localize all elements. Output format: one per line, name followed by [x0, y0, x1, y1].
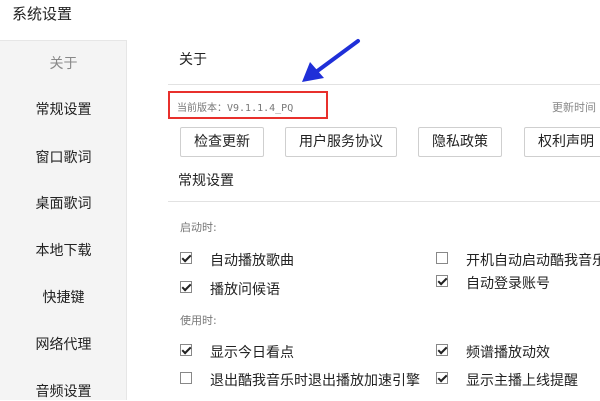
- option-label: 显示主播上线提醒: [466, 373, 578, 389]
- usage-group-label: 使用时:: [180, 314, 217, 327]
- checkbox-icon: [436, 252, 448, 264]
- option-label: 开机自动启动酷我音乐: [466, 253, 600, 269]
- general-settings-title: 常规设置: [178, 173, 234, 189]
- checkbox-icon: [180, 372, 192, 384]
- checkmark-icon: [180, 344, 192, 356]
- version-text: 当前版本：V9.1.1.4_PQ: [177, 103, 294, 114]
- option-label: 播放问候语: [210, 282, 280, 298]
- arrow-pointer-icon: [302, 39, 360, 82]
- option-label: 频谱播放动效: [466, 345, 550, 361]
- startup-group-label: 启动时:: [180, 221, 217, 234]
- update-time-label: 更新时间: [552, 101, 596, 114]
- sidebar-item-network-proxy[interactable]: 网络代理: [0, 334, 127, 354]
- window-title: 系统设置: [12, 5, 73, 23]
- sidebar-item-local-download[interactable]: 本地下载: [0, 240, 127, 260]
- option-label: 显示今日看点: [210, 345, 294, 361]
- option-label: 自动播放歌曲: [210, 253, 294, 269]
- divider: [168, 84, 600, 85]
- settings-content: 关于 当前版本：V9.1.1.4_PQ 更新时间 检查更新 用户服务协议 隐私政…: [128, 0, 600, 400]
- checkmark-icon: [436, 372, 448, 384]
- option-label: 退出酷我音乐时退出播放加速引擎: [210, 373, 420, 389]
- sidebar-item-general-settings[interactable]: 常规设置: [0, 99, 127, 119]
- sidebar-item-shortcuts[interactable]: 快捷键: [0, 287, 127, 307]
- sidebar: 关于 常规设置 窗口歌词 桌面歌词 本地下载 快捷键 网络代理 音频设置: [0, 40, 127, 400]
- sidebar-item-about[interactable]: 关于: [0, 53, 127, 73]
- checkmark-icon: [436, 344, 448, 356]
- rights-statement-button[interactable]: 权利声明: [524, 127, 600, 157]
- checkmark-icon: [180, 281, 192, 293]
- option-label: 自动登录账号: [466, 276, 550, 292]
- privacy-policy-button[interactable]: 隐私政策: [418, 127, 502, 157]
- divider: [168, 201, 600, 202]
- checkmark-icon: [436, 275, 448, 287]
- sidebar-item-audio-settings[interactable]: 音频设置: [0, 381, 127, 401]
- checkmark-icon: [180, 252, 192, 264]
- about-title: 关于: [179, 52, 207, 68]
- user-agreement-button[interactable]: 用户服务协议: [285, 127, 397, 157]
- sidebar-item-desktop-lyrics[interactable]: 桌面歌词: [0, 193, 127, 213]
- check-update-button[interactable]: 检查更新: [180, 127, 264, 157]
- sidebar-item-window-lyrics[interactable]: 窗口歌词: [0, 147, 127, 167]
